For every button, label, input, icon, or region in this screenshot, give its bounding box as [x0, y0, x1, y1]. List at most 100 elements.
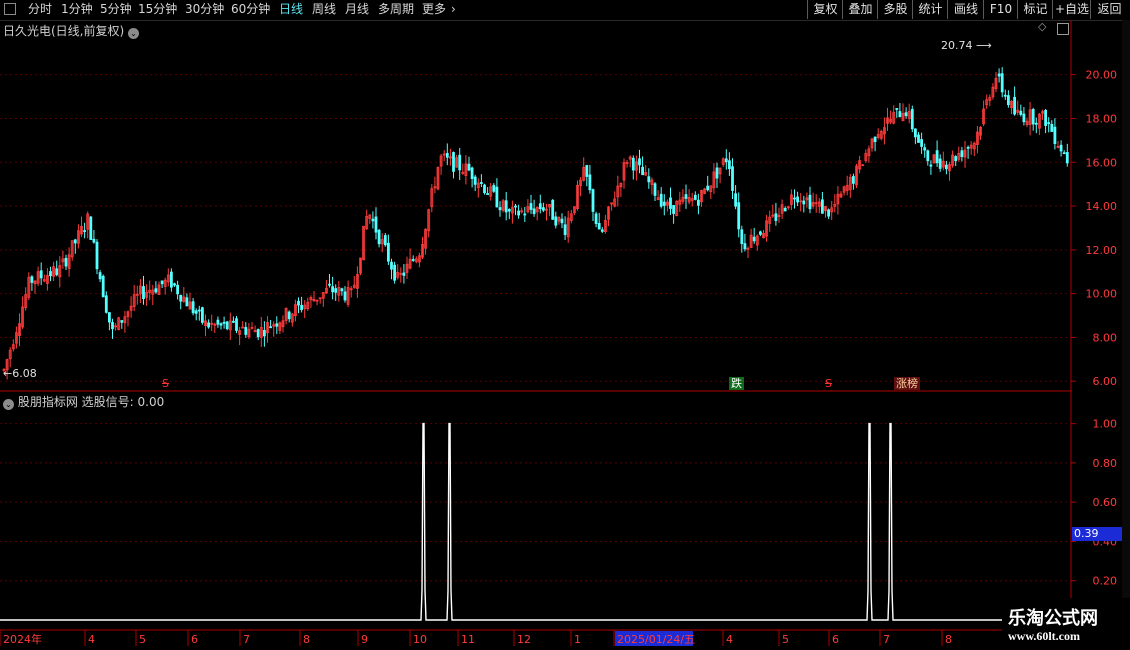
candle-body: [83, 230, 86, 232]
candle-body: [244, 326, 248, 335]
candle-body: [529, 203, 533, 210]
candle-body: [495, 186, 499, 208]
candle-body: [523, 213, 527, 216]
date-label: 2024年: [3, 632, 42, 646]
candle-body: [917, 134, 920, 143]
price-tick-label: 16.00: [1086, 156, 1118, 169]
high-price-label: 20.74 ⟶: [941, 39, 992, 52]
indicator-series: [0, 422, 1070, 621]
candle-body: [216, 319, 220, 325]
candle-body: [997, 73, 1001, 77]
date-label: 10: [413, 633, 427, 646]
candle-body: [176, 284, 180, 295]
candle-body: [479, 182, 483, 184]
candle-body: [684, 194, 688, 199]
date-label: 9: [361, 633, 368, 646]
side-info-strip: [1122, 20, 1130, 630]
price-tick-label: 12.00: [1086, 244, 1118, 257]
candle-body: [706, 185, 710, 191]
candle-body: [64, 257, 68, 267]
candle-body: [1007, 95, 1010, 106]
price-tick-label: 6.00: [1093, 375, 1118, 388]
candle-body: [1019, 110, 1023, 115]
candle-body: [793, 197, 796, 200]
candle-body: [827, 209, 830, 217]
candle-body: [734, 193, 737, 207]
candle-body: [411, 259, 415, 261]
axes: [0, 20, 1076, 650]
candle-body: [802, 200, 806, 205]
candle-body: [514, 205, 517, 208]
candle-body: [1050, 123, 1054, 132]
candle-body: [532, 208, 536, 215]
watermark-title: 乐淘公式网: [1008, 608, 1098, 629]
candle-body: [1013, 96, 1016, 115]
signal-marker-up: 涨榜: [894, 377, 920, 390]
date-label: 4: [88, 633, 95, 646]
candle-body: [929, 164, 933, 167]
candle-body: [1031, 109, 1035, 125]
candle-body: [256, 329, 260, 338]
candle-body: [160, 280, 164, 285]
candle-body: [910, 109, 914, 130]
candle-body: [328, 283, 331, 286]
candle-body: [588, 174, 592, 191]
candle-body: [470, 167, 474, 179]
candle-body: [1047, 122, 1051, 125]
low-price-value: 6.08: [12, 367, 37, 380]
candle-body: [672, 205, 675, 214]
indicator-tick-label: 0.20: [1093, 575, 1118, 588]
chart-canvas[interactable]: 20.00 18.00 16.00 14.00 12.00 10.00 8.00 6.00 1.…: [0, 0, 1130, 650]
candle-body: [452, 152, 455, 172]
candle-body: [638, 158, 641, 166]
indicator-tick-label: 0.80: [1093, 457, 1118, 470]
candle-body: [179, 294, 183, 302]
candle-body: [331, 286, 335, 293]
current-value-badge: 0.39: [1072, 527, 1122, 541]
candle-body: [445, 152, 449, 158]
candle-body: [154, 288, 158, 293]
candle-body: [300, 304, 304, 311]
date-label: 12: [517, 633, 531, 646]
candle-body: [191, 301, 195, 314]
candle-body: [1003, 94, 1007, 97]
candle-body: [647, 176, 651, 183]
candle-body: [483, 184, 486, 194]
candle-body: [743, 243, 747, 250]
grid-lines: [0, 74, 1070, 582]
candle-body: [731, 166, 734, 191]
candle-body: [737, 202, 741, 230]
candle-body: [104, 295, 108, 313]
candle-body: [111, 322, 114, 330]
candle-body: [551, 199, 555, 220]
candle-body: [715, 167, 719, 179]
date-label: 7: [243, 633, 250, 646]
candle-body: [185, 297, 189, 307]
candle-body: [39, 270, 43, 279]
high-price-value: 20.74: [941, 39, 973, 52]
candle-body: [200, 307, 204, 323]
date-label: 2025/01/24/五: [617, 633, 695, 646]
candle-body: [1044, 109, 1047, 126]
candle-body: [960, 150, 964, 158]
candle-body: [89, 216, 93, 240]
indicator-tick-label: 0.60: [1093, 496, 1118, 509]
candle-body: [343, 291, 347, 301]
candle-body: [486, 193, 490, 195]
arrow-right-icon: ⟶: [972, 39, 992, 52]
candle-body: [386, 242, 390, 262]
candle-body: [95, 241, 99, 270]
watermark-url: www.60lt.com: [1008, 629, 1080, 643]
low-price-label: ←6.08: [3, 367, 37, 380]
date-label: 6: [191, 633, 198, 646]
candle-body: [275, 323, 279, 327]
candle-body: [173, 283, 176, 286]
candle-body: [334, 288, 338, 293]
candle-body: [219, 323, 223, 326]
date-label: 5: [782, 633, 789, 646]
candle-body: [467, 163, 471, 171]
candle-body: [560, 218, 564, 224]
candle-body: [873, 136, 877, 142]
candle-body: [631, 157, 635, 171]
date-label: 5: [139, 633, 146, 646]
